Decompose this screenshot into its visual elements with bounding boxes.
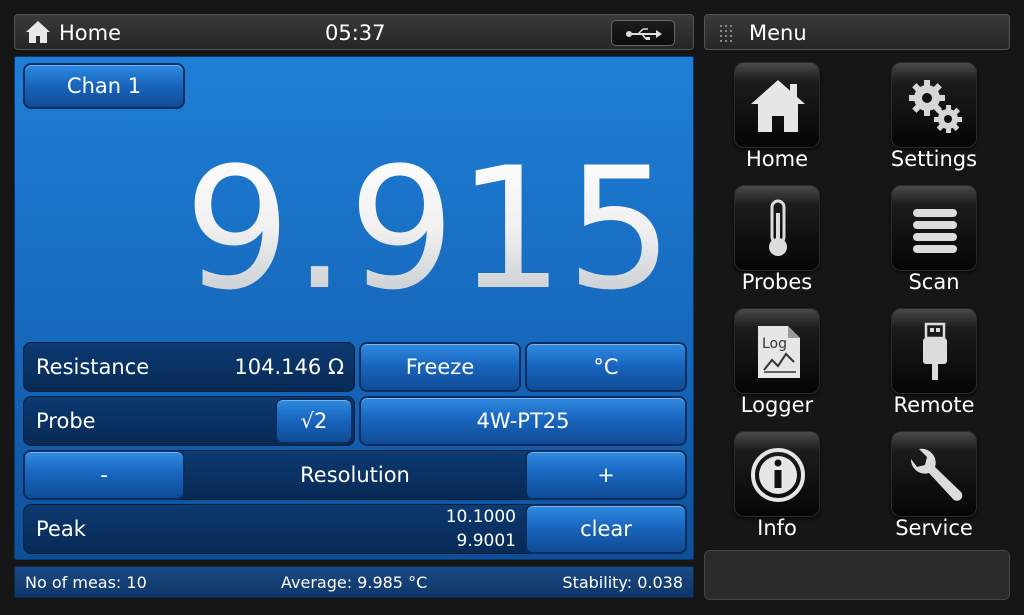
gears-icon <box>909 80 962 133</box>
resistance-label: Resistance <box>36 355 150 379</box>
usb-icon <box>626 28 662 40</box>
menu-probes-button[interactable] <box>734 185 820 271</box>
usb-button[interactable] <box>611 20 675 46</box>
menu-remote-button[interactable] <box>891 308 977 394</box>
clock: 05:37 <box>325 21 386 45</box>
resistance-value: 104.146 Ω <box>234 355 344 379</box>
menu-scan-label: Scan <box>908 270 960 294</box>
list-icon <box>913 209 957 253</box>
menu-info-label: Info <box>757 516 797 540</box>
log-icon: Log <box>758 326 800 378</box>
menu-home-label: Home <box>745 147 808 171</box>
main-reading: 9.915 <box>184 131 675 327</box>
measurement-panel: Chan 1 9.915 Resistance 104.146 Ω Freeze… <box>14 56 694 560</box>
info-icon <box>751 448 805 502</box>
thermometer-icon <box>769 199 787 256</box>
peak-min: 9.9001 <box>456 531 516 551</box>
menu-settings-label: Settings <box>890 147 978 171</box>
resolution-minus-button[interactable]: - <box>23 450 185 500</box>
menu-service-label: Service <box>895 516 973 540</box>
menu-logger-label: Logger <box>740 393 814 417</box>
probe-type-button[interactable]: 4W-PT25 <box>359 396 687 446</box>
menu-service-button[interactable] <box>891 431 977 517</box>
average-value: Average: 9.985 °C <box>281 573 428 592</box>
freeze-button[interactable]: Freeze <box>359 342 521 392</box>
menu-scan-button[interactable] <box>891 185 977 271</box>
statistics-bar: No of meas: 10 Average: 9.985 °C Stabili… <box>14 566 694 598</box>
status-bar: Home 05:37 <box>14 14 694 50</box>
resistance-field: Resistance 104.146 Ω <box>23 342 355 392</box>
message-area <box>704 550 1010 600</box>
meas-count: No of meas: 10 <box>25 573 147 592</box>
menu-title: Menu <box>749 21 807 45</box>
grip-icon <box>720 25 732 42</box>
wrench-icon <box>910 448 963 501</box>
menu-logger-button[interactable]: Log <box>734 308 820 394</box>
clear-peak-button[interactable]: clear <box>525 504 687 554</box>
log-icon-text: Log <box>762 336 787 352</box>
peak-max: 10.1000 <box>445 507 516 527</box>
sqrt-button[interactable]: √2 <box>275 398 353 444</box>
unit-button[interactable]: °C <box>525 342 687 392</box>
home-icon <box>751 80 805 132</box>
home-icon[interactable] <box>25 20 51 44</box>
page-title: Home <box>59 21 122 45</box>
menu-info-button[interactable] <box>734 431 820 517</box>
menu-settings-button[interactable] <box>891 62 977 148</box>
resolution-plus-button[interactable]: + <box>525 450 687 500</box>
menu-remote-label: Remote <box>893 393 975 417</box>
menu-probes-label: Probes <box>741 270 813 294</box>
channel-button[interactable]: Chan 1 <box>23 63 185 109</box>
probe-label: Probe <box>36 409 96 433</box>
stability-value: Stability: 0.038 <box>562 573 683 592</box>
usb-plug-icon <box>923 322 947 380</box>
menu-home-button[interactable] <box>734 62 820 148</box>
peak-label: Peak <box>36 517 86 541</box>
menu-bar: Menu <box>704 14 1010 50</box>
